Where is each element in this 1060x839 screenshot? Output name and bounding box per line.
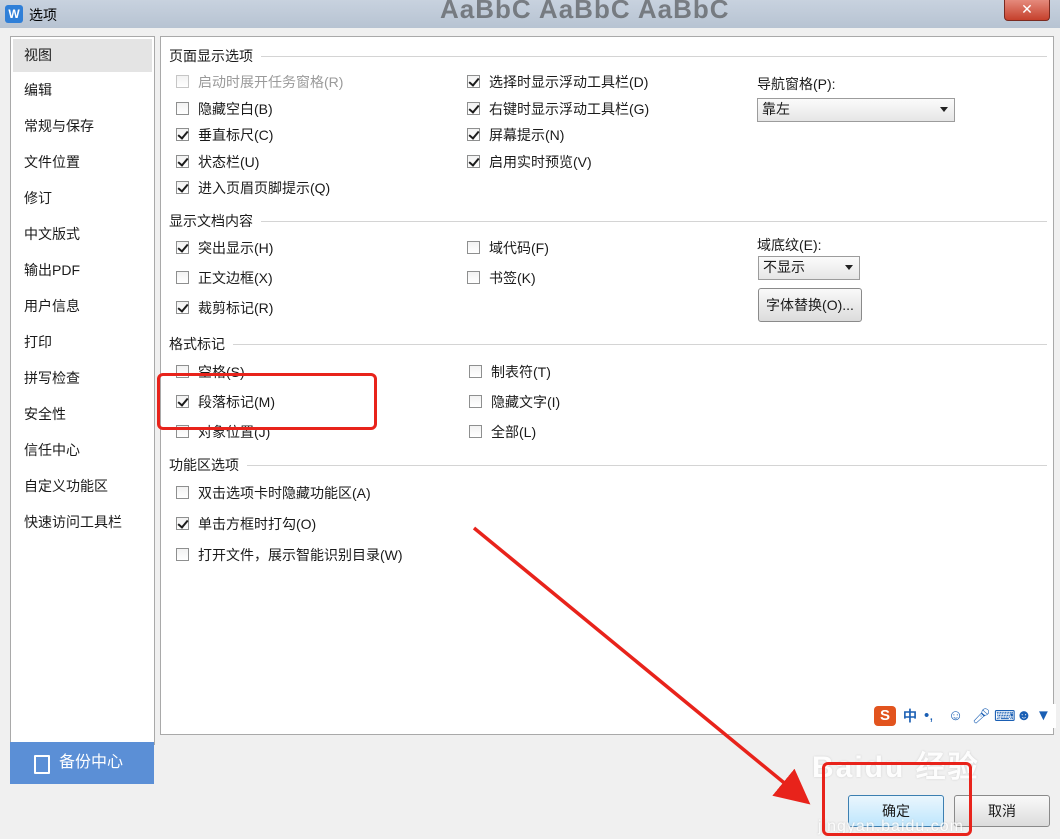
annotation-arrow (472, 526, 811, 805)
arrow-line (472, 526, 811, 805)
